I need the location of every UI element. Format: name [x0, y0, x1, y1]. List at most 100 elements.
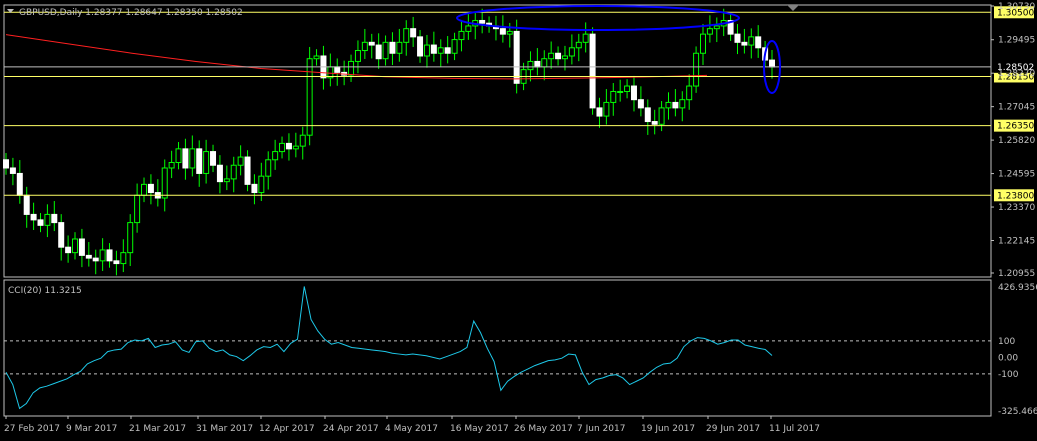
candle-body [693, 52, 700, 87]
cci-indicator-label: CCI(20) 11.3215 [8, 286, 82, 296]
candle-body [410, 28, 417, 38]
candle-body [541, 58, 548, 68]
candle-body [361, 41, 368, 52]
candle-body [575, 41, 582, 49]
candle-body [437, 47, 444, 54]
candle-body [106, 249, 113, 262]
candle-body [458, 30, 465, 41]
candle-body [561, 55, 568, 60]
candle-body [51, 213, 58, 224]
cci-axis-label: 426.9356 [998, 283, 1037, 293]
candle-body [168, 162, 175, 169]
candle-body [292, 145, 299, 150]
candle-body [65, 246, 72, 254]
candle-body [506, 30, 513, 35]
candle-body [72, 238, 79, 254]
candle-body [548, 52, 555, 60]
candle-body [713, 25, 720, 30]
price-axis-label: 1.30730 [998, 2, 1035, 12]
date-axis-label: 26 May 2017 [514, 424, 573, 434]
candle-body [479, 19, 486, 24]
candle-body [644, 107, 651, 123]
price-axis-label: 1.25820 [998, 136, 1035, 146]
candle-body [637, 99, 644, 109]
date-axis-label: 16 May 2017 [450, 424, 509, 434]
candle-body [210, 151, 217, 166]
candle-body [624, 85, 631, 92]
trading-chart: 1.305001.281501.263501.238001.28502 1.20… [3, 2, 1037, 434]
candle-body [285, 142, 292, 150]
main-pane-frame [3, 4, 992, 278]
candle-body [699, 33, 706, 54]
candle-body [451, 39, 458, 54]
scroll-indicator-icon[interactable] [787, 5, 799, 11]
price-axis-label: 1.20955 [998, 269, 1035, 279]
price-axis-label: 1.22145 [998, 236, 1035, 246]
candle-body [665, 101, 672, 109]
candle-body [444, 47, 451, 54]
candle-body [513, 30, 520, 84]
candle-body [686, 85, 693, 101]
cci-axis-label: -325.4667 [998, 407, 1037, 417]
candle-body [403, 28, 410, 43]
date-axis-label: 29 Jun 2017 [706, 424, 760, 434]
candle-body [389, 41, 396, 54]
chart-header-text: GBPUSD,Daily 1.28377 1.28647 1.28350 1.2… [19, 8, 243, 18]
candle-body [99, 249, 106, 262]
candle-body [734, 33, 741, 43]
price-axis-label: 1.28270 [998, 69, 1035, 79]
candle-body [16, 172, 23, 196]
candle-body [354, 50, 361, 62]
cci-axis-label: -100 [998, 370, 1019, 380]
cci-axis-label: 100 [998, 337, 1015, 347]
candle-body [258, 175, 265, 194]
candle-body [465, 25, 472, 32]
date-axis-label: 19 Jun 2017 [641, 424, 695, 434]
candle-body [265, 159, 272, 177]
candle-body [706, 28, 713, 35]
candle-body [555, 52, 562, 60]
cci-pane-frame [3, 279, 992, 417]
candle-body [237, 156, 244, 166]
date-axis-label: 27 Feb 2017 [4, 424, 60, 434]
price-axis-label: 1.27045 [998, 103, 1035, 113]
candle-body [175, 148, 182, 164]
cci-line [5, 286, 773, 410]
candle-body [603, 101, 610, 117]
candle-body [58, 222, 65, 248]
candle-body [348, 60, 355, 76]
candles-layer [3, 8, 775, 276]
candle-body [141, 183, 148, 196]
date-axis: 27 Feb 2017 9 Mar 2017 21 Mar 2017 31 Mar 2… [4, 416, 820, 434]
candle-body [3, 159, 9, 169]
candle-body [9, 167, 16, 174]
price-axis: 1.20955 1.22145 1.23370 1.24595 1.25820 1.270… [991, 2, 1035, 279]
candle-body [120, 252, 127, 265]
candle-body [672, 101, 679, 109]
candle-body [582, 33, 589, 43]
candle-body [189, 148, 196, 169]
date-axis-label: 12 Apr 2017 [259, 424, 315, 434]
price-axis-label: 1.24595 [998, 170, 1035, 180]
candle-body [368, 41, 375, 46]
candle-body [147, 183, 154, 194]
candle-body [596, 107, 603, 117]
cci-axis-label: 0.00 [998, 353, 1018, 363]
price-axis-label: 1.23370 [998, 203, 1035, 213]
price-axis-label: 1.29495 [998, 36, 1035, 46]
date-axis-label: 31 Mar 2017 [196, 424, 253, 434]
candle-body [279, 142, 286, 153]
candle-body [527, 60, 534, 71]
date-axis-label: 9 Mar 2017 [66, 424, 117, 434]
candle-body [755, 36, 762, 49]
candle-body [85, 254, 92, 259]
candle-body [396, 41, 403, 54]
cci-axis: 426.9356 100 0.00 -100 -325.4667 [998, 283, 1037, 417]
candle-body [161, 167, 168, 199]
candle-body [44, 213, 51, 226]
candle-body [37, 219, 44, 226]
candle-body [382, 41, 389, 60]
candle-body [134, 194, 141, 224]
candle-body [92, 257, 99, 262]
candle-body [630, 85, 637, 101]
